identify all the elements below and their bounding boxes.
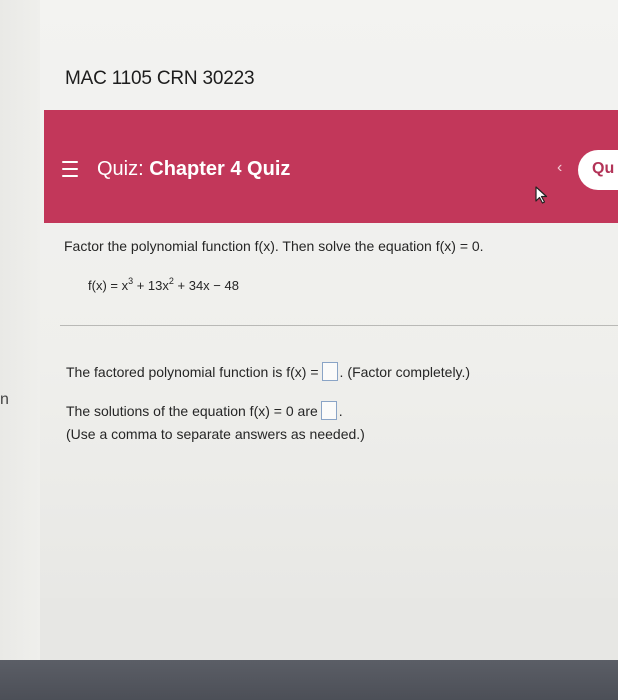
- factored-answer-row: The factored polynomial function is f(x)…: [66, 362, 470, 381]
- solutions-answer-label: The solutions of the equation f(x) = 0 a…: [66, 402, 318, 419]
- bottom-panel: [40, 598, 618, 660]
- left-sidebar-fragment-text: n: [0, 391, 9, 408]
- factored-answer-label: The factored polynomial function is f(x)…: [66, 363, 319, 380]
- left-sidebar-edge: [0, 0, 40, 660]
- factored-answer-period: .: [339, 363, 344, 380]
- mouse-pointer-icon: [535, 186, 548, 204]
- equation-prefix: f(x) = x: [88, 278, 129, 293]
- question-nav-tab-label: Qu: [592, 160, 615, 177]
- chevron-left-icon[interactable]: ‹: [557, 159, 562, 177]
- factored-answer-input[interactable]: [321, 362, 338, 381]
- hamburger-menu-icon[interactable]: [62, 161, 78, 177]
- quiz-title: Quiz: Chapter 4 Quiz: [97, 158, 290, 181]
- solutions-answer-input[interactable]: [320, 401, 337, 420]
- course-title: MAC 1105 CRN 30223: [65, 68, 255, 89]
- monitor-bezel: [0, 660, 618, 700]
- polynomial-equation: f(x) = x3 + 13x2 + 34x − 48: [88, 276, 239, 293]
- quiz-title-name: Chapter 4 Quiz: [149, 158, 291, 180]
- question-nav-tab[interactable]: Qu: [578, 150, 618, 190]
- section-divider: [60, 325, 618, 326]
- page-background: [0, 0, 618, 660]
- solutions-answer-hint: (Use a comma to separate answers as need…: [66, 426, 365, 442]
- equation-middle: + 13x: [133, 278, 169, 293]
- solutions-answer-period: .: [338, 402, 343, 419]
- factored-answer-hint: (Factor completely.): [347, 363, 471, 380]
- solutions-answer-row: The solutions of the equation f(x) = 0 a…: [66, 401, 347, 420]
- question-prompt: Factor the polynomial function f(x). The…: [64, 238, 484, 254]
- quiz-title-prefix: Quiz:: [97, 158, 150, 180]
- equation-suffix: + 34x − 48: [173, 278, 239, 293]
